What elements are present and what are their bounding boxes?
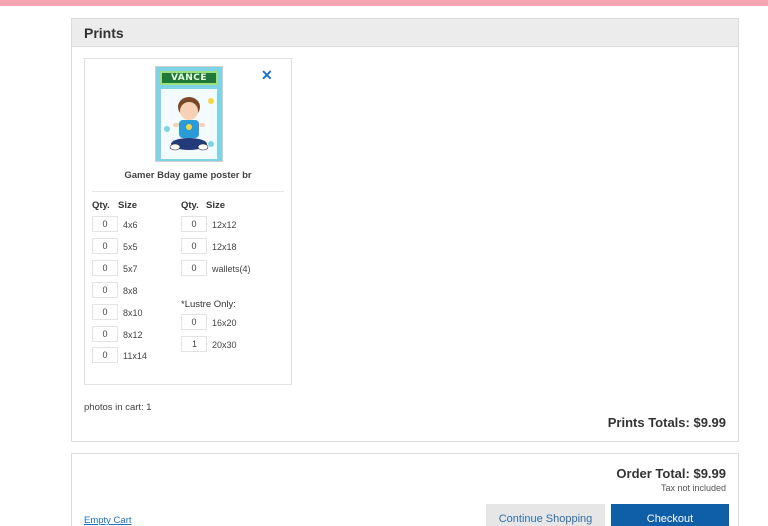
left-size-header: Size [118,200,138,211]
print-thumbnail[interactable]: VANCE [155,66,223,162]
size-label-8x8: 8x8 [123,286,138,296]
thumbnail-title-banner: VANCE [160,71,218,85]
boy-character-illustration [161,89,217,159]
left-qty-header: Qty. [92,200,110,211]
qty-input-12x18[interactable]: 0 [181,238,207,254]
qty-input-11x14[interactable]: 0 [92,347,118,363]
remove-item-close-icon[interactable]: ✕ [261,67,273,84]
qty-input-16x20[interactable]: 0 [181,314,207,330]
qty-input-4x6[interactable]: 0 [92,216,118,232]
checkout-button[interactable]: Checkout [611,504,729,526]
thumbnail-title-text: VANCE [170,73,208,83]
size-label-12x18: 12x18 [212,242,237,252]
size-label-8x12: 8x12 [123,330,143,340]
qty-input-8x12[interactable]: 0 [92,326,118,342]
tax-note: Tax not included [660,483,726,493]
prints-panel-header: Prints [72,19,738,47]
right-size-header: Size [206,200,226,211]
continue-shopping-button[interactable]: Continue Shopping [486,504,605,526]
order-total: Order Total: $9.99 [616,466,726,481]
right-qty-header: Qty. [181,200,199,211]
thumbnail-artwork [161,89,217,159]
size-label-11x14: 11x14 [123,351,147,361]
qty-input-8x8[interactable]: 0 [92,282,118,298]
lustre-only-label: *Lustre Only: [181,299,236,310]
qty-input-12x12[interactable]: 0 [181,216,207,232]
card-divider [92,191,284,192]
empty-cart-link[interactable]: Empty Cart [84,515,132,526]
qty-input-8x10[interactable]: 0 [92,304,118,320]
order-summary-panel: Order Total: $9.99 Tax not included Empt… [71,453,739,526]
print-item-name: Gamer Bday game poster br [124,170,252,181]
print-item-card: VANCE ✕ Gamer Bday game poster br Qty. S… [84,58,292,385]
photos-in-cart-count: photos in cart: 1 [84,402,152,413]
size-label-8x10: 8x10 [123,308,143,318]
prints-panel: Prints VANCE ✕ Gamer Bday game poster br… [71,18,739,442]
size-label-12x12: 12x12 [212,220,237,230]
qty-input-wallets[interactable]: 0 [181,260,207,276]
qty-input-5x5[interactable]: 0 [92,238,118,254]
size-label-5x5: 5x5 [123,242,138,252]
size-label-20x30: 20x30 [212,340,237,350]
top-accent-bar [0,0,768,6]
qty-input-5x7[interactable]: 0 [92,260,118,276]
size-label-16x20: 16x20 [212,318,237,328]
size-label-4x6: 4x6 [123,220,138,230]
prints-title: Prints [84,24,124,41]
prints-totals: Prints Totals: $9.99 [607,415,726,430]
size-label-5x7: 5x7 [123,264,138,274]
qty-input-20x30[interactable]: 1 [181,336,207,352]
size-label-wallets: wallets(4) [212,264,251,274]
